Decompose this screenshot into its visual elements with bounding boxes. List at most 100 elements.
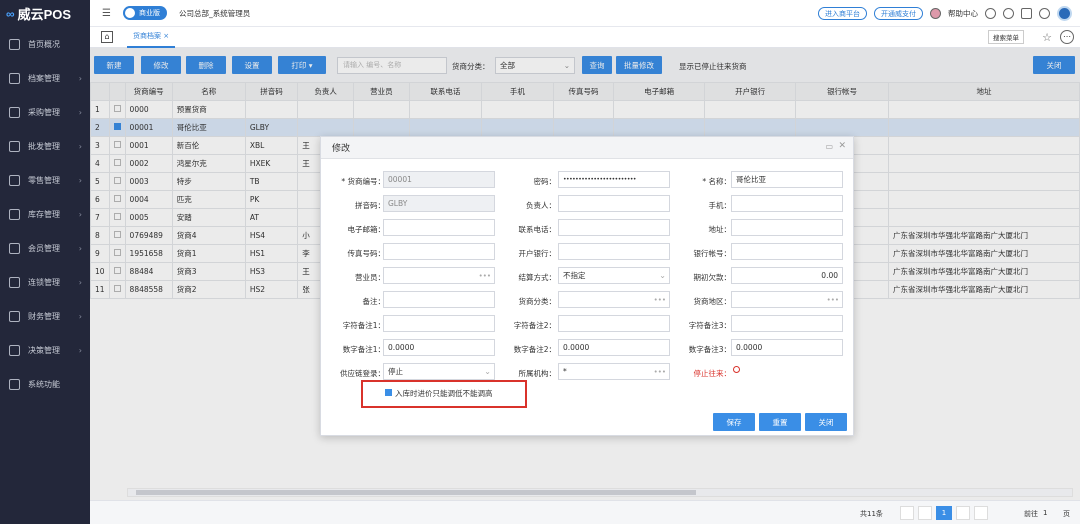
address-field[interactable] [731,219,843,236]
sidebar-item[interactable]: 决策管理 › [0,333,90,367]
code-field[interactable]: 00001 [383,171,495,188]
tab-goods-archive[interactable]: 货商档案 × [127,27,176,48]
more-icon[interactable]: ⋯ [1060,30,1074,44]
char-note1-label: 字符备注1： [342,321,385,330]
org-label: 所属机构： [518,369,557,378]
nav-icon [9,378,20,390]
stop-dealing-toggle[interactable] [733,366,740,373]
opening-debt-field[interactable]: 0.00 [731,267,843,284]
num-note2-field[interactable]: 0.0000 [558,339,670,356]
next-page-button[interactable] [956,506,970,520]
supply-login-select[interactable]: 停止 ⌄ [383,363,495,380]
email-label: 电子邮箱： [347,225,386,234]
horizontal-scrollbar[interactable] [127,488,1073,497]
goto-label: 前往 [1024,510,1038,518]
nav-icon [9,242,20,254]
sidebar-item-label: 首页概况 [28,39,60,49]
code-label: * 货商编号： [341,177,385,186]
mobile-field[interactable] [731,195,843,212]
price-lower-only-label[interactable]: 入库时进价只能调低不能调高 [395,388,493,399]
nav-icon [9,276,20,288]
reset-button[interactable]: 重置 [759,413,801,431]
save-button[interactable]: 保存 [713,413,755,431]
sidebar-item-label: 零售管理 [28,175,60,185]
sidebar-item[interactable]: 采购管理 › [0,95,90,129]
company-name: 公司总部_系统管理员 [178,8,251,18]
price-lower-only-checkbox[interactable] [385,389,392,396]
open-pay-link[interactable]: 开通威支付 [874,7,923,20]
ellipsis-icon[interactable]: ••• [827,296,839,304]
close-icon[interactable]: ✕ [838,141,846,151]
avatar[interactable] [1057,6,1072,21]
name-field[interactable]: 哥伦比亚 [731,171,843,188]
name-label: * 名称： [702,177,731,186]
char-note1-field[interactable] [383,315,495,332]
last-page-button[interactable] [974,506,988,520]
account-field[interactable] [731,243,843,260]
nav-icon [9,310,20,322]
sidebar-item[interactable]: 批发管理 › [0,129,90,163]
dialog-header: 修改 ▭ ✕ [321,137,853,159]
email-field[interactable] [383,219,495,236]
num-note3-field[interactable]: 0.0000 [731,339,843,356]
sidebar-item[interactable]: 会员管理 › [0,231,90,265]
phone-label: 联系电话： [518,225,557,234]
address-label: 地址： [708,225,732,234]
nav-icon [9,72,20,84]
password-field[interactable]: •••••••••••••••••••••••• [558,171,670,188]
maximize-icon[interactable]: ▭ [825,142,833,151]
user-avatar-icon[interactable] [930,8,941,19]
org-field[interactable]: * ••• [558,363,670,380]
total-count: 共11条 [860,510,883,518]
nav-icon [9,344,20,356]
sidebar-item-label: 采购管理 [28,107,60,117]
scrollbar-thumb[interactable] [136,490,696,495]
sidebar-item-label: 连锁管理 [28,277,60,287]
char-note2-field[interactable] [558,315,670,332]
goto-input[interactable]: 1 [1043,509,1047,517]
salesman-field[interactable]: ••• [383,267,495,284]
power-icon[interactable] [1039,8,1050,19]
sidebar-item[interactable]: 连锁管理 › [0,265,90,299]
chevron-right-icon: › [78,311,82,321]
star-icon[interactable]: ☆ [1042,31,1052,44]
sidebar-item[interactable]: 库存管理 › [0,197,90,231]
region-field[interactable]: ••• [731,291,843,308]
sidebar-item[interactable]: 系统功能 [0,367,90,401]
dialog-title: 修改 [332,144,351,154]
bank-field[interactable] [558,243,670,260]
pinyin-field[interactable]: GLBY [383,195,495,212]
num-note1-field[interactable]: 0.0000 [383,339,495,356]
lock-icon[interactable] [1021,8,1032,19]
chevron-right-icon: › [78,243,82,253]
sidebar-item[interactable]: 零售管理 › [0,163,90,197]
menu-toggle-icon[interactable]: ☰ [102,8,111,19]
note-field[interactable] [383,291,495,308]
search-menu-button[interactable]: 搜索菜单 [988,30,1024,44]
help-center-link[interactable]: 帮助中心 [948,8,978,19]
sidebar-item-label: 决策管理 [28,345,60,355]
bell-icon[interactable] [1003,8,1014,19]
info-icon[interactable] [985,8,996,19]
page-number[interactable]: 1 [936,506,952,520]
fax-field[interactable] [383,243,495,260]
settlement-select[interactable]: 不指定 ⌄ [558,267,670,284]
enter-platform-link[interactable]: 进入商平台 [818,7,867,20]
category-field[interactable]: ••• [558,291,670,308]
nav-icon [9,38,20,50]
sidebar-item[interactable]: 财务管理 › [0,299,90,333]
manager-label: 负责人： [526,201,556,210]
sidebar-item[interactable]: 首页概况 [0,27,90,61]
sidebar-item-label: 档案管理 [28,73,60,83]
tab-bar: ⌂ 货商档案 × 搜索菜单 ☆ ⋯ [90,27,1080,48]
dialog-close-button[interactable]: 关闭 [805,413,847,431]
sidebar-item[interactable]: 档案管理 › [0,61,90,95]
prev-page-button[interactable] [918,506,932,520]
first-page-button[interactable] [900,506,914,520]
manager-field[interactable] [558,195,670,212]
category-label: 货商分类： [518,297,557,306]
page-unit: 页 [1063,510,1070,518]
char-note3-field[interactable] [731,315,843,332]
phone-field[interactable] [558,219,670,236]
home-icon[interactable]: ⌂ [101,31,113,43]
